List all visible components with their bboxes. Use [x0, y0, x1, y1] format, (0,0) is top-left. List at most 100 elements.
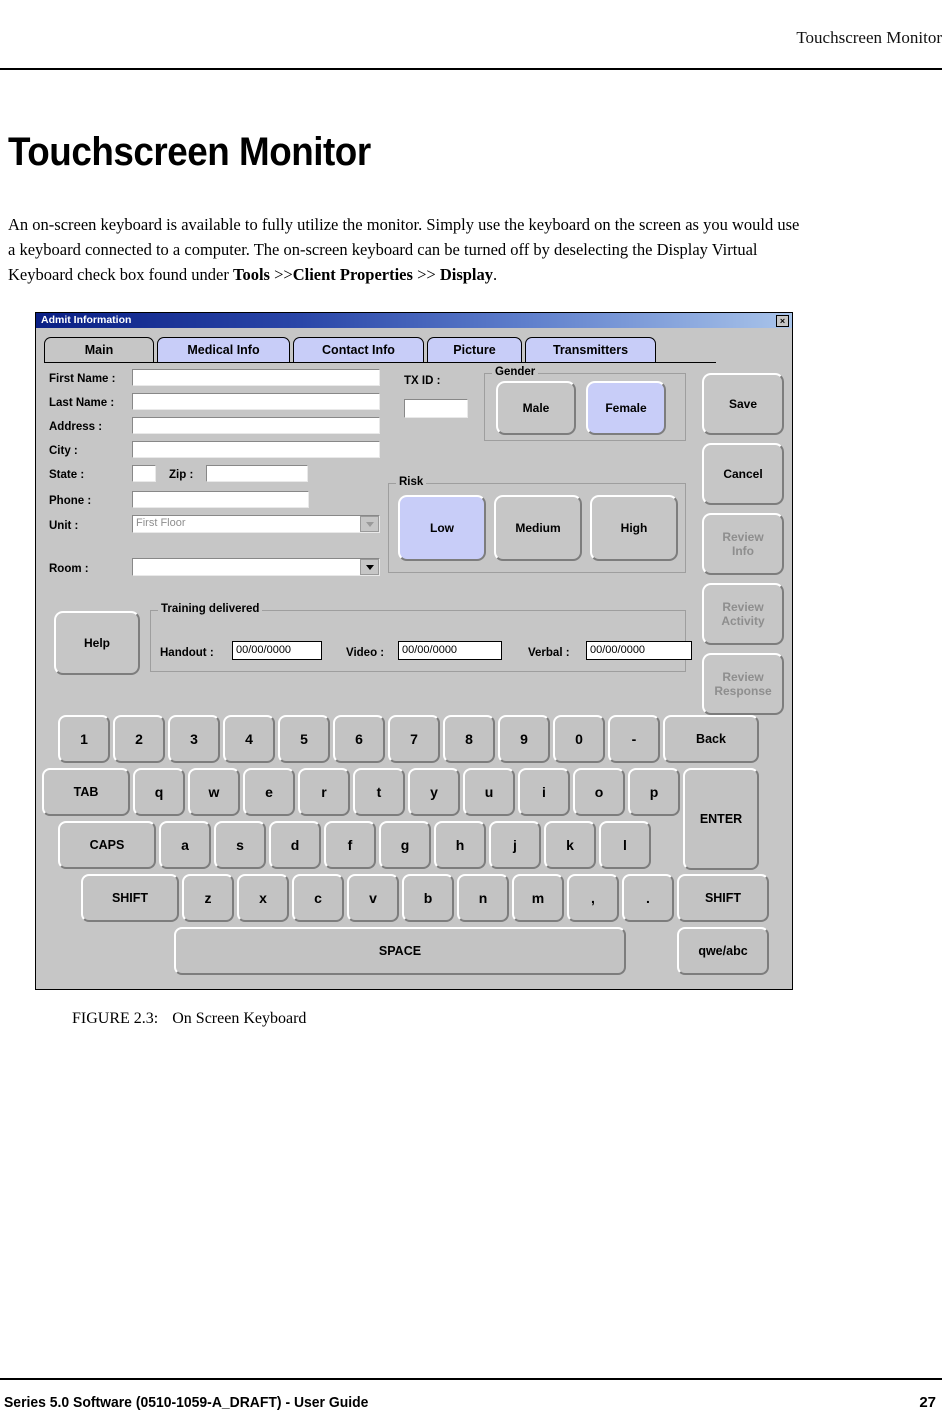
- save-button[interactable]: Save: [702, 373, 784, 435]
- key-backspace[interactable]: Back: [663, 715, 759, 763]
- key-comma[interactable]: ,: [567, 874, 619, 922]
- verbal-value: 00/00/0000: [590, 644, 646, 656]
- last-name-input[interactable]: [132, 393, 380, 410]
- dialog-titlebar: Admit Information ×: [36, 313, 792, 328]
- review-info-button[interactable]: Review Info: [702, 513, 784, 575]
- key-mode-toggle[interactable]: qwe/abc: [677, 927, 769, 975]
- gender-option-male[interactable]: Male: [496, 381, 576, 435]
- review-response-button[interactable]: Review Response: [702, 653, 784, 715]
- key-b[interactable]: b: [402, 874, 454, 922]
- key-i[interactable]: i: [518, 768, 570, 816]
- chevron-down-icon-room[interactable]: [360, 559, 379, 575]
- key-tab[interactable]: TAB: [42, 768, 130, 816]
- state-input[interactable]: [132, 465, 156, 482]
- unit-combobox[interactable]: First Floor: [132, 515, 380, 533]
- first-name-label: First Name :: [49, 373, 116, 385]
- key-p[interactable]: p: [628, 768, 680, 816]
- key-e[interactable]: e: [243, 768, 295, 816]
- help-button[interactable]: Help: [54, 611, 140, 675]
- verbal-input[interactable]: 00/00/0000: [586, 641, 692, 660]
- gender-group-label: Gender: [492, 366, 539, 378]
- key-u[interactable]: u: [463, 768, 515, 816]
- key-f[interactable]: f: [324, 821, 376, 869]
- tab-contact-info[interactable]: Contact Info: [293, 337, 424, 363]
- key-w[interactable]: w: [188, 768, 240, 816]
- handout-value: 00/00/0000: [236, 644, 292, 656]
- key-a[interactable]: a: [159, 821, 211, 869]
- key-l[interactable]: l: [599, 821, 651, 869]
- video-label: Video :: [346, 647, 385, 659]
- key-period[interactable]: .: [622, 874, 674, 922]
- paragraph-sep-2: >>: [412, 265, 440, 284]
- risk-option-high[interactable]: High: [590, 495, 678, 561]
- key-0[interactable]: 0: [553, 715, 605, 763]
- chevron-down-icon-unit[interactable]: [360, 516, 379, 532]
- key-2[interactable]: 2: [113, 715, 165, 763]
- tx-id-input[interactable]: [404, 399, 468, 418]
- key-shift-left[interactable]: SHIFT: [81, 874, 179, 922]
- key-3[interactable]: 3: [168, 715, 220, 763]
- video-input[interactable]: 00/00/0000: [398, 641, 502, 660]
- room-combobox[interactable]: [132, 558, 380, 576]
- key-y[interactable]: y: [408, 768, 460, 816]
- key-enter[interactable]: ENTER: [683, 768, 759, 870]
- state-label: State :: [49, 469, 85, 481]
- key-6[interactable]: 6: [333, 715, 385, 763]
- key-caps-lock[interactable]: CAPS: [58, 821, 156, 869]
- footer-document-label: Series 5.0 Software (0510-1059-A_DRAFT) …: [4, 1394, 369, 1411]
- risk-group-label: Risk: [396, 476, 427, 488]
- key-q[interactable]: q: [133, 768, 185, 816]
- key-h[interactable]: h: [434, 821, 486, 869]
- risk-option-medium[interactable]: Medium: [494, 495, 582, 561]
- key-c[interactable]: c: [292, 874, 344, 922]
- gender-option-female[interactable]: Female: [586, 381, 666, 435]
- city-label: City :: [49, 445, 78, 457]
- risk-option-low[interactable]: Low: [398, 495, 486, 561]
- key-shift-right[interactable]: SHIFT: [677, 874, 769, 922]
- close-icon[interactable]: ×: [776, 314, 789, 327]
- key-d[interactable]: d: [269, 821, 321, 869]
- key-s[interactable]: s: [214, 821, 266, 869]
- key-r[interactable]: r: [298, 768, 350, 816]
- unit-value: First Floor: [136, 517, 186, 529]
- phone-input[interactable]: [132, 491, 309, 508]
- key-v[interactable]: v: [347, 874, 399, 922]
- key-g[interactable]: g: [379, 821, 431, 869]
- paragraph-bold-tools: Tools: [232, 265, 270, 284]
- key-space[interactable]: SPACE: [174, 927, 626, 975]
- key-z[interactable]: z: [182, 874, 234, 922]
- intro-paragraph: An on-screen keyboard is available to fu…: [8, 212, 808, 287]
- key-1[interactable]: 1: [58, 715, 110, 763]
- key-minus[interactable]: -: [608, 715, 660, 763]
- zip-input[interactable]: [206, 465, 308, 482]
- key-k[interactable]: k: [544, 821, 596, 869]
- unit-label: Unit :: [49, 520, 79, 532]
- key-o[interactable]: o: [573, 768, 625, 816]
- tab-transmitters[interactable]: Transmitters: [525, 337, 656, 363]
- cancel-button[interactable]: Cancel: [702, 443, 784, 505]
- key-n[interactable]: n: [457, 874, 509, 922]
- figure-number: FIGURE 2.3:: [72, 1010, 159, 1027]
- first-name-input[interactable]: [132, 369, 380, 386]
- paragraph-bold-client-properties: Client Properties: [292, 265, 413, 284]
- key-9[interactable]: 9: [498, 715, 550, 763]
- key-t[interactable]: t: [353, 768, 405, 816]
- review-activity-button[interactable]: Review Activity: [702, 583, 784, 645]
- key-j[interactable]: j: [489, 821, 541, 869]
- tab-main[interactable]: Main: [44, 337, 154, 363]
- handout-input[interactable]: 00/00/0000: [232, 641, 322, 660]
- figure-caption: FIGURE 2.3: On Screen Keyboard: [72, 1010, 306, 1028]
- key-m[interactable]: m: [512, 874, 564, 922]
- tab-picture[interactable]: Picture: [427, 337, 522, 363]
- figure-caption-text: On Screen Keyboard: [172, 1010, 307, 1027]
- city-input[interactable]: [132, 441, 380, 458]
- key-4[interactable]: 4: [223, 715, 275, 763]
- key-7[interactable]: 7: [388, 715, 440, 763]
- page-header: Touchscreen Monitor: [0, 0, 942, 80]
- tab-medical-info[interactable]: Medical Info: [157, 337, 290, 363]
- key-5[interactable]: 5: [278, 715, 330, 763]
- address-input[interactable]: [132, 417, 380, 434]
- key-8[interactable]: 8: [443, 715, 495, 763]
- paragraph-bold-display: Display: [439, 265, 493, 284]
- key-x[interactable]: x: [237, 874, 289, 922]
